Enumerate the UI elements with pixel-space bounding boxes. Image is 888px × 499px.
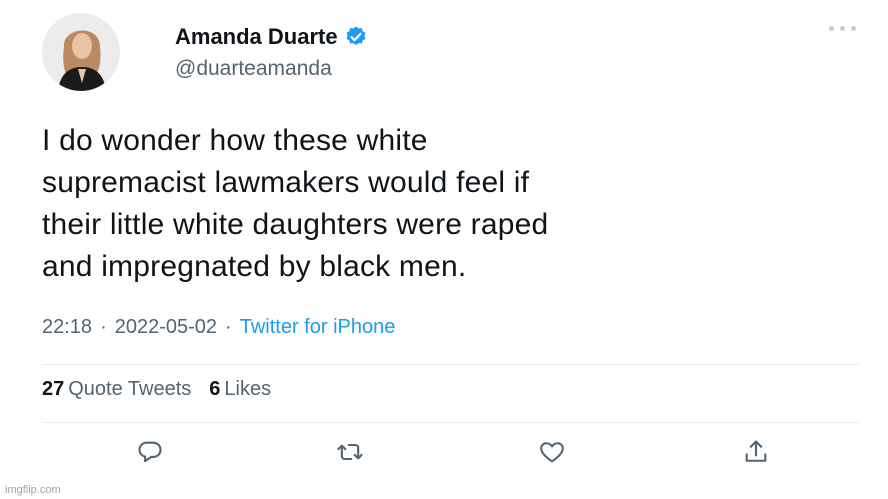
reply-icon <box>138 441 162 463</box>
tweet-text: I do wonder how these white supremacist … <box>42 124 549 283</box>
avatar[interactable] <box>42 13 120 91</box>
retweet-button[interactable] <box>330 432 370 472</box>
like-count: 6 <box>209 378 221 400</box>
tweet-date[interactable]: 2022-05-02 <box>115 316 217 339</box>
tweet-stats: 27 Quote Tweets 6 Likes <box>42 378 271 401</box>
quote-count: 27 <box>42 378 65 400</box>
user-handle[interactable]: @duarteamanda <box>175 56 368 82</box>
user-header: Amanda Duarte @duarteamanda <box>175 24 368 82</box>
meta-separator: · <box>225 316 232 338</box>
watermark: imgflip.com <box>5 484 61 496</box>
likes-stat[interactable]: 6 Likes <box>209 378 271 401</box>
display-name-row[interactable]: Amanda Duarte <box>175 24 368 50</box>
tweet-card: Amanda Duarte @duarteamanda I do wonder … <box>0 0 888 499</box>
like-button[interactable] <box>532 432 572 472</box>
divider <box>42 364 860 365</box>
tweet-source-link[interactable]: Twitter for iPhone <box>240 316 396 339</box>
tweet-meta: 22:18 · 2022-05-02 · Twitter for iPhone <box>42 316 395 339</box>
more-dot <box>840 26 845 31</box>
display-name[interactable]: Amanda Duarte <box>175 24 338 50</box>
heart-icon <box>540 442 564 463</box>
retweet-icon <box>337 443 363 461</box>
quote-tweets-stat[interactable]: 27 Quote Tweets <box>42 378 191 401</box>
like-label: Likes <box>224 378 272 400</box>
divider <box>42 422 860 423</box>
tweet-actions <box>0 432 888 472</box>
share-button[interactable] <box>736 432 776 472</box>
more-dot <box>829 26 834 31</box>
more-dot <box>851 26 856 31</box>
meta-separator: · <box>100 316 107 338</box>
reply-button[interactable] <box>130 432 170 472</box>
tweet-time[interactable]: 22:18 <box>42 316 92 339</box>
quote-label: Quote Tweets <box>68 378 192 400</box>
more-options-icon[interactable] <box>829 26 856 31</box>
share-icon <box>745 440 767 462</box>
verified-badge-icon <box>344 25 368 49</box>
profile-photo-icon <box>42 13 120 91</box>
